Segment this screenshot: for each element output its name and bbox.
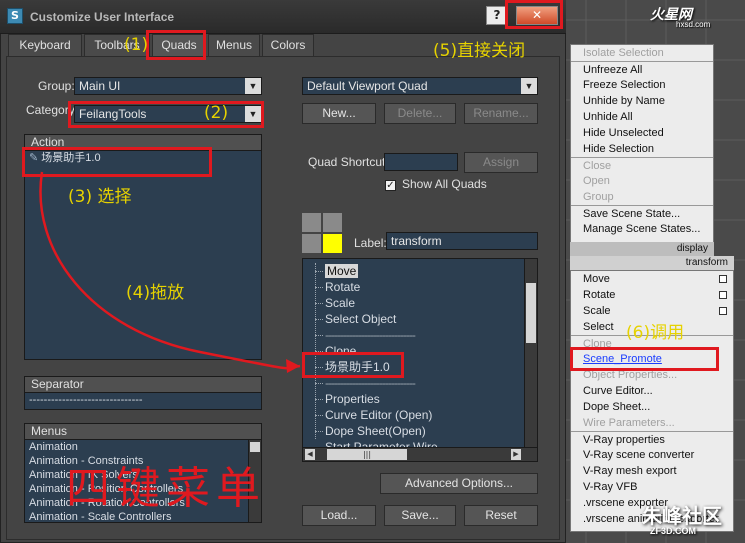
chevron-down-icon: ▼ [245, 78, 261, 94]
tree-item[interactable]: Scale [303, 295, 537, 311]
scroll-thumb[interactable] [250, 442, 260, 452]
tree-item[interactable]: Move [303, 263, 537, 279]
group-combo[interactable]: Main UI ▼ [74, 77, 262, 95]
quad-menu-item[interactable]: Group [571, 189, 713, 205]
show-all-quads-label: Show All Quads [402, 177, 487, 191]
scroll-left-icon[interactable]: ◀ [305, 449, 315, 460]
annotation-box-scene-promote [570, 347, 719, 371]
quad-bottom-left[interactable] [302, 234, 321, 253]
chevron-down-icon: ▼ [521, 78, 537, 94]
title-bar[interactable]: S Customize User Interface ? ✕ [0, 0, 566, 34]
advanced-options-button[interactable]: Advanced Options... [380, 473, 538, 494]
window-title: Customize User Interface [30, 10, 175, 24]
quad-menu-item[interactable]: Unhide by Name [571, 93, 713, 109]
quad-bottom-right[interactable] [323, 234, 342, 253]
quad-menu-item[interactable]: Open [571, 173, 713, 189]
group-label: Group: [38, 79, 75, 93]
quad-set-combo[interactable]: Default Viewport Quad ▼ [302, 77, 538, 95]
tab-colors[interactable]: Colors [262, 34, 314, 56]
annotation-step-5: (5)直接关闭 [433, 41, 526, 61]
label-label: Label: [354, 236, 387, 250]
tab-menus[interactable]: Menus [208, 34, 260, 56]
save-button[interactable]: Save... [384, 505, 456, 526]
annotation-box-tree-item [302, 352, 404, 378]
tree-item[interactable]: Rotate [303, 279, 537, 295]
group-combo-value: Main UI [79, 79, 121, 93]
quad-menu-item[interactable]: Move [571, 271, 733, 287]
annotation-box-quads-tab [146, 30, 206, 60]
reset-button[interactable]: Reset [464, 505, 538, 526]
quad-menu-item[interactable]: Isolate Selection [571, 45, 713, 61]
new-button[interactable]: New... [302, 103, 376, 124]
quad-menu-item[interactable]: Manage Scene States... [571, 221, 713, 237]
separator-list[interactable]: Separator ------------------------------… [24, 376, 262, 410]
annotation-box-action [22, 147, 212, 177]
quad-menu-item[interactable]: V-Ray scene converter [571, 447, 733, 463]
tree-item[interactable]: Properties [303, 391, 537, 407]
app-icon: S [7, 8, 23, 24]
watermark-bottom: 朱峰社区 [642, 504, 722, 528]
quad-menu-item[interactable]: Wire Parameters... [571, 415, 733, 431]
tree-item[interactable]: Dope Sheet(Open) [303, 423, 537, 439]
quad-top-left[interactable] [302, 213, 321, 232]
annotation-step-3: (3) 选择 [68, 187, 132, 207]
tree-hscrollbar[interactable]: ◀ ||| ▶ [303, 447, 537, 461]
scroll-right-icon[interactable]: ▶ [511, 449, 521, 460]
quad-menu-item[interactable]: Unhide All [571, 109, 713, 125]
quad-selector[interactable] [302, 213, 342, 253]
separator-list-header: Separator [25, 377, 261, 393]
tree-item[interactable]: Curve Editor (Open) [303, 407, 537, 423]
load-button[interactable]: Load... [302, 505, 376, 526]
annotation-step-1: (1) [124, 35, 149, 55]
quad-top-right[interactable] [323, 213, 342, 232]
show-all-quads-checkbox[interactable]: ✓ [385, 180, 396, 191]
quad-label-input[interactable]: transform [386, 232, 538, 250]
quad-menu-item[interactable]: V-Ray properties [571, 431, 733, 447]
quad-menu-item[interactable]: Scale [571, 303, 733, 319]
annotation-step-6: (6)调用 [626, 323, 685, 343]
quad-menu-item[interactable]: Hide Unselected [571, 125, 713, 141]
quad-menu-item[interactable]: Dope Sheet... [571, 399, 733, 415]
scroll-thumb[interactable]: ||| [327, 449, 407, 460]
annotation-step-2: (2) [204, 103, 229, 123]
quad-shortcut-input[interactable] [384, 153, 458, 171]
quad-shortcut-label: Quad Shortcut: [308, 155, 389, 169]
quad-menu-transform: Move Rotate Scale Select Clone Scene_Promote O… [570, 270, 734, 532]
quad-menu-item[interactable]: Save Scene State... [571, 205, 713, 221]
quad-menu-item[interactable]: V-Ray VFB [571, 479, 733, 495]
quad-set-combo-value: Default Viewport Quad [307, 79, 428, 93]
annotation-quad-menu: 四键菜单 [66, 463, 266, 514]
list-item[interactable]: ------------------------------- [25, 393, 261, 407]
scroll-thumb[interactable] [526, 283, 536, 343]
quad-menu-item[interactable]: Freeze Selection [571, 77, 713, 93]
quad-header-transform: transform [570, 256, 734, 270]
annotation-step-4: (4)拖放 [126, 283, 185, 303]
watermark-bottom-sub: ZF3D.COM [650, 526, 696, 536]
options-box-icon[interactable] [719, 291, 727, 299]
menus-list-header: Menus [25, 424, 261, 440]
options-box-icon[interactable] [719, 307, 727, 315]
watermark-top-sub: hxsd.com [676, 20, 711, 29]
quad-header-display: display [570, 242, 714, 256]
quad-menu-item[interactable]: Close [571, 157, 713, 173]
tree-vscrollbar[interactable] [524, 259, 537, 447]
options-box-icon[interactable] [719, 275, 727, 283]
quad-menu-item[interactable]: Curve Editor... [571, 383, 733, 399]
tab-keyboard[interactable]: Keyboard [8, 34, 82, 56]
quad-menu-item[interactable]: Rotate [571, 287, 733, 303]
tree-item[interactable]: Select Object [303, 311, 537, 327]
annotation-box-close [505, 0, 563, 29]
tree-separator[interactable]: ------------------------------ [303, 327, 537, 343]
quad-menu-item[interactable]: V-Ray mesh export [571, 463, 733, 479]
rename-button[interactable]: Rename... [464, 103, 538, 124]
quad-menu-display: Isolate Selection Unfreeze All Freeze Sele… [570, 44, 714, 256]
delete-button[interactable]: Delete... [384, 103, 456, 124]
assign-button[interactable]: Assign [464, 152, 538, 173]
quad-menu-item[interactable]: Hide Selection [571, 141, 713, 157]
quad-menu-item[interactable]: Unfreeze All [571, 61, 713, 77]
annotation-box-category [68, 101, 264, 128]
